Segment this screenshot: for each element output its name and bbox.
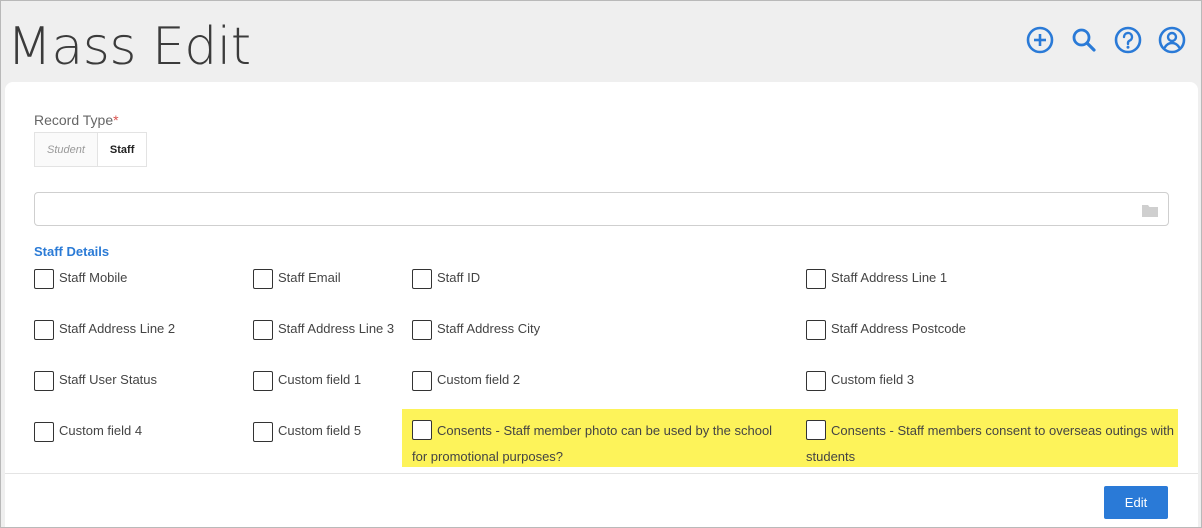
record-type-staff-button[interactable]: Staff: [97, 132, 148, 167]
folder-icon[interactable]: [1142, 203, 1158, 217]
checkbox[interactable]: [806, 371, 826, 391]
checkbox[interactable]: [412, 320, 432, 340]
app-window: Mass Edit Record Type* Student Staff Sta…: [0, 0, 1202, 528]
checkbox[interactable]: [806, 269, 826, 289]
field-staff-address-line-3[interactable]: Staff Address Line 3: [253, 320, 394, 340]
record-type-label: Record Type*: [34, 112, 119, 128]
record-type-toggle: Student Staff: [34, 132, 148, 167]
add-circle-icon[interactable]: [1025, 25, 1055, 55]
record-type-student-button[interactable]: Student: [34, 132, 98, 167]
checkbox[interactable]: [412, 269, 432, 289]
checkbox[interactable]: [34, 269, 54, 289]
checkbox[interactable]: [253, 320, 273, 340]
header-toolbar: [1025, 25, 1187, 55]
checkbox[interactable]: [412, 419, 432, 440]
field-custom-field-3[interactable]: Custom field 3: [806, 371, 914, 391]
footer-divider: [5, 473, 1198, 474]
checkbox[interactable]: [253, 422, 273, 442]
field-custom-field-5[interactable]: Custom field 5: [253, 422, 361, 442]
field-staff-address-line-1[interactable]: Staff Address Line 1: [806, 269, 947, 289]
field-staff-mobile[interactable]: Staff Mobile: [34, 269, 127, 289]
field-staff-user-status[interactable]: Staff User Status: [34, 371, 157, 391]
record-search-input[interactable]: [34, 192, 1169, 226]
field-consent-photo-promotional[interactable]: Consents - Staff member photo can be use…: [412, 418, 782, 470]
checkbox[interactable]: [412, 371, 432, 391]
help-icon[interactable]: [1113, 25, 1143, 55]
required-marker: *: [113, 112, 119, 128]
account-icon[interactable]: [1157, 25, 1187, 55]
section-title-staff-details: Staff Details: [34, 244, 110, 259]
checkbox[interactable]: [34, 320, 54, 340]
field-custom-field-1[interactable]: Custom field 1: [253, 371, 361, 391]
search-icon[interactable]: [1069, 25, 1099, 55]
field-staff-address-city[interactable]: Staff Address City: [412, 320, 540, 340]
checkbox[interactable]: [806, 419, 826, 440]
field-consent-overseas-outings[interactable]: Consents - Staff members consent to over…: [806, 418, 1176, 470]
edit-button[interactable]: Edit: [1104, 486, 1168, 519]
checkbox[interactable]: [253, 371, 273, 391]
field-staff-email[interactable]: Staff Email: [253, 269, 341, 289]
checkbox[interactable]: [34, 371, 54, 391]
field-staff-address-line-2[interactable]: Staff Address Line 2: [34, 320, 175, 340]
checkbox[interactable]: [806, 320, 826, 340]
field-staff-id[interactable]: Staff ID: [412, 269, 480, 289]
field-staff-address-postcode[interactable]: Staff Address Postcode: [806, 320, 966, 340]
page-title: Mass Edit: [7, 17, 251, 77]
mass-edit-card: Record Type* Student Staff Staff Details…: [5, 82, 1198, 527]
checkbox[interactable]: [34, 422, 54, 442]
checkbox[interactable]: [253, 269, 273, 289]
field-custom-field-2[interactable]: Custom field 2: [412, 371, 520, 391]
field-custom-field-4[interactable]: Custom field 4: [34, 422, 142, 442]
